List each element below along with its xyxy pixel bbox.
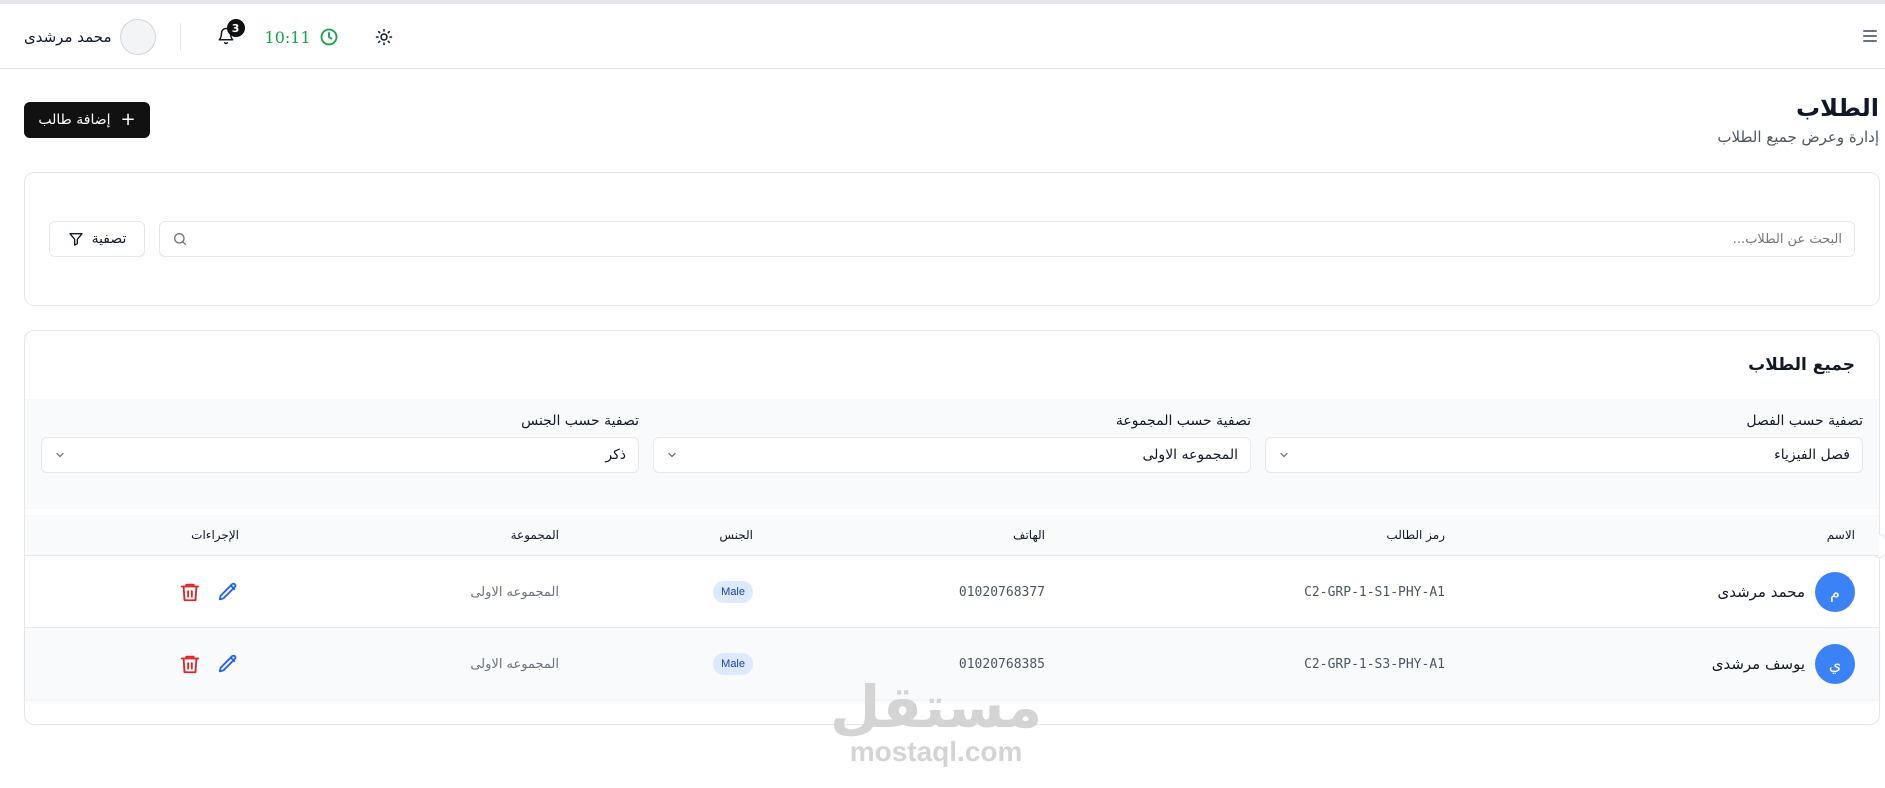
search-card: تصفية xyxy=(24,172,1880,306)
student-group: المجموعه الاولى xyxy=(470,584,559,600)
filters-panel: تصفية حسب الفصل فصل الفيزياء تصفية حسب ا… xyxy=(25,399,1885,558)
clock-icon xyxy=(320,28,338,46)
student-avatar: ي xyxy=(1815,644,1855,684)
gender-select[interactable]: ذكر xyxy=(41,437,639,473)
name-cell: م محمد مرشدى xyxy=(1717,556,1855,628)
header-tools: محمد مرشدى 3 10:11 xyxy=(24,18,393,56)
student-code: C2-GRP-1-S3-PHY-A1 xyxy=(1304,656,1445,672)
column-header-name[interactable]: الاسم xyxy=(1827,528,1855,542)
column-header-phone[interactable]: الهاتف xyxy=(1013,528,1045,542)
user-avatar[interactable] xyxy=(119,19,156,55)
student-phone: 01020768385 xyxy=(958,656,1045,672)
chevron-down-icon xyxy=(668,452,676,458)
group-filter-label: تصفية حسب المجموعة xyxy=(1115,413,1251,429)
student-name: يوسف مرشدى xyxy=(1711,655,1805,673)
search-box[interactable] xyxy=(159,221,1855,257)
student-code: C2-GRP-1-S1-PHY-A1 xyxy=(1304,584,1445,600)
delete-icon[interactable] xyxy=(179,653,201,675)
menu-icon[interactable] xyxy=(1861,28,1879,44)
chevron-down-icon xyxy=(1280,452,1288,458)
table-row[interactable]: ي يوسف مرشدى C2-GRP-1-S3-PHY-A1 01020768… xyxy=(25,627,1879,699)
column-header-code[interactable]: رمز الطالب xyxy=(1386,528,1445,542)
table-header: الاسم رمز الطالب الهاتف الجنس المجموعة ا… xyxy=(25,515,1879,555)
class-filter-label: تصفية حسب الفصل xyxy=(1746,413,1863,429)
name-cell: ي يوسف مرشدى xyxy=(1712,628,1855,700)
gender-filter: تصفية حسب الجنس ذكر xyxy=(41,413,639,473)
group-select-value: المجموعه الاولى xyxy=(1142,447,1239,463)
plus-icon: + xyxy=(120,109,136,130)
actions-cell xyxy=(179,628,239,700)
class-filter: تصفية حسب الفصل فصل الفيزياء xyxy=(1265,413,1863,473)
header-divider xyxy=(179,23,181,51)
group-filter: تصفية حسب المجموعة المجموعه الاولى xyxy=(653,413,1251,473)
filter-button[interactable]: تصفية xyxy=(49,221,145,257)
gender-cell: Male xyxy=(713,628,753,700)
page-subtitle: إدارة وعرض جميع الطلاب xyxy=(1717,128,1879,146)
chevron-down-icon xyxy=(56,452,64,458)
gender-filter-label: تصفية حسب الجنس xyxy=(521,413,639,429)
column-header-actions: الإجراءات xyxy=(191,528,239,542)
students-card: جميع الطلاب تصفية حسب الفصل فصل الفيزياء… xyxy=(24,330,1885,725)
gender-badge: Male xyxy=(713,581,753,603)
table-row[interactable]: م محمد مرشدى C2-GRP-1-S1-PHY-A1 01020768… xyxy=(25,555,1879,627)
notification-badge: 3 xyxy=(226,19,245,37)
user-name[interactable]: محمد مرشدى xyxy=(24,28,112,46)
search-input[interactable] xyxy=(196,231,1842,247)
edit-pencil-icon[interactable] xyxy=(217,653,239,675)
add-student-label: إضافة طالب xyxy=(38,112,111,128)
page-title: الطلاب xyxy=(1796,94,1879,122)
students-card-title: جميع الطلاب xyxy=(1748,355,1855,375)
actions-cell xyxy=(179,556,239,628)
column-header-gender[interactable]: الجنس xyxy=(719,528,753,542)
class-select-value: فصل الفيزياء xyxy=(1774,447,1850,463)
watermark-latin: mostaql.com xyxy=(849,736,1023,767)
gender-cell: Male xyxy=(713,556,753,628)
gender-select-value: ذكر xyxy=(605,447,626,463)
class-select[interactable]: فصل الفيزياء xyxy=(1265,437,1863,473)
student-avatar: م xyxy=(1815,572,1855,612)
delete-icon[interactable] xyxy=(179,581,201,603)
funnel-icon xyxy=(68,233,83,246)
top-header: محمد مرشدى 3 10:11 xyxy=(0,4,1885,69)
group-select[interactable]: المجموعه الاولى xyxy=(653,437,1251,473)
student-phone: 01020768377 xyxy=(958,584,1045,600)
notification-button[interactable]: 3 xyxy=(217,19,245,47)
column-header-group[interactable]: المجموعة xyxy=(511,528,559,542)
student-name: محمد مرشدى xyxy=(1717,583,1805,601)
add-student-button[interactable]: + إضافة طالب xyxy=(24,102,150,138)
search-icon xyxy=(174,233,186,245)
theme-toggle-icon[interactable] xyxy=(375,28,393,46)
edit-pencil-icon[interactable] xyxy=(217,581,239,603)
gender-badge: Male xyxy=(713,653,753,675)
filter-button-label: تصفية xyxy=(91,231,127,247)
student-group: المجموعه الاولى xyxy=(470,656,559,672)
clock-time: 10:11 xyxy=(264,27,311,47)
